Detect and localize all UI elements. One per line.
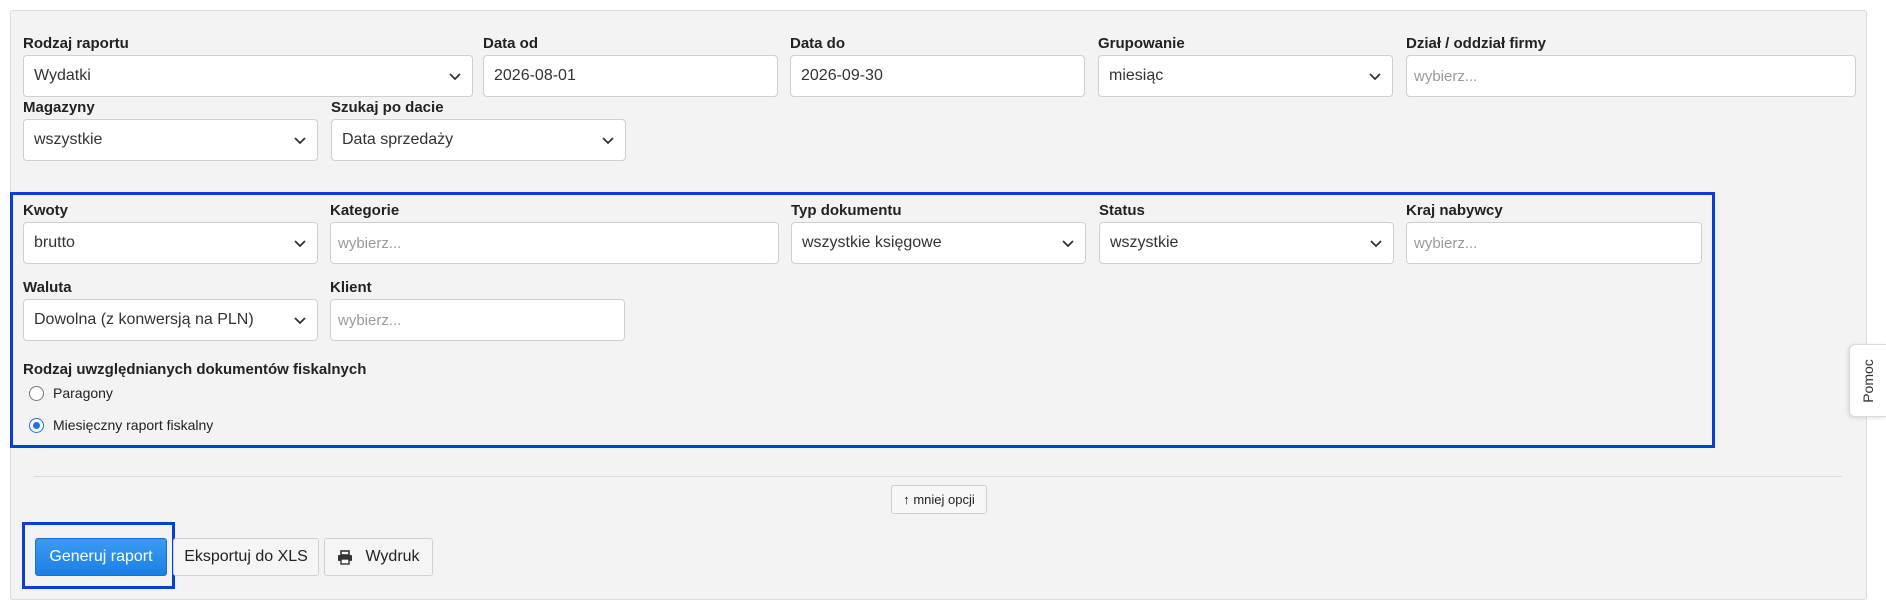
- generate-report-button[interactable]: Generuj raport: [35, 538, 167, 576]
- chevron-down-icon: [1370, 240, 1382, 248]
- grouping-select[interactable]: miesiąc: [1098, 55, 1393, 97]
- radio-option-monthly-fiscal-report[interactable]: Miesięczny raport fiskalny: [29, 417, 213, 433]
- divider: [34, 476, 1842, 477]
- search-by-date-field: Szukaj po dacie Data sprzedaży: [331, 99, 626, 161]
- amounts-label: Kwoty: [23, 202, 68, 219]
- print-button[interactable]: Wydruk: [324, 538, 433, 576]
- document-type-label: Typ dokumentu: [791, 202, 902, 219]
- print-label: Wydruk: [365, 548, 420, 565]
- categories-input[interactable]: wybierz...: [330, 222, 779, 264]
- chevron-down-icon: [294, 240, 306, 248]
- date-to-value: 2026-09-30: [801, 67, 883, 84]
- warehouses-field: Magazyny wszystkie: [23, 99, 318, 161]
- categories-placeholder: wybierz...: [338, 234, 402, 252]
- client-input[interactable]: wybierz...: [330, 299, 625, 341]
- buyer-country-label: Kraj nabywcy: [1406, 202, 1503, 219]
- document-type-select[interactable]: wszystkie księgowe: [791, 222, 1086, 264]
- chevron-down-icon: [602, 137, 614, 145]
- date-to-label: Data do: [790, 35, 846, 52]
- date-from-field: Data od 2026-08-01: [483, 35, 778, 97]
- grouping-label: Grupowanie: [1098, 35, 1185, 52]
- buyer-country-field: Kraj nabywcy wybierz...: [1406, 202, 1702, 264]
- chevron-down-icon: [1369, 73, 1381, 81]
- report-type-select[interactable]: Wydatki: [23, 55, 473, 97]
- export-xls-button[interactable]: Eksportuj do XLS: [173, 538, 319, 576]
- amounts-field: Kwoty brutto: [23, 202, 318, 264]
- chevron-down-icon: [294, 317, 306, 325]
- grouping-value: miesiąc: [1109, 67, 1164, 84]
- report-type-field: Rodzaj raportu Wydatki: [23, 35, 473, 97]
- report-type-value: Wydatki: [34, 67, 91, 84]
- currency-value: Dowolna (z konwersją na PLN): [34, 311, 254, 328]
- status-field: Status wszystkie: [1099, 202, 1394, 264]
- radio-button-selected[interactable]: [29, 417, 44, 433]
- department-field: Dział / oddział firmy wybierz...: [1406, 35, 1856, 97]
- chevron-down-icon: [294, 137, 306, 145]
- buyer-country-placeholder: wybierz...: [1414, 234, 1478, 252]
- department-placeholder: wybierz...: [1414, 67, 1478, 85]
- chevron-down-icon: [1062, 240, 1074, 248]
- currency-select[interactable]: Dowolna (z konwersją na PLN): [23, 299, 318, 341]
- document-type-value: wszystkie księgowe: [802, 234, 942, 251]
- radio-button[interactable]: [29, 385, 44, 401]
- amounts-value: brutto: [34, 234, 75, 251]
- search-by-date-select[interactable]: Data sprzedaży: [331, 119, 626, 161]
- less-options-button[interactable]: ↑ mniej opcji: [891, 485, 987, 514]
- categories-field: Kategorie wybierz...: [330, 202, 779, 264]
- client-placeholder: wybierz...: [338, 311, 402, 329]
- amounts-select[interactable]: brutto: [23, 222, 318, 264]
- chevron-down-icon: [449, 73, 461, 81]
- document-type-field: Typ dokumentu wszystkie księgowe: [791, 202, 1086, 264]
- buyer-country-input[interactable]: wybierz...: [1406, 222, 1702, 264]
- date-from-input[interactable]: 2026-08-01: [483, 55, 778, 97]
- date-from-label: Data od: [483, 35, 539, 52]
- client-label: Klient: [330, 279, 372, 296]
- date-to-input[interactable]: 2026-09-30: [790, 55, 1085, 97]
- fiscal-docs-field: Rodzaj uwzględnianych dokumentów fiskaln…: [23, 361, 523, 381]
- warehouses-label: Magazyny: [23, 99, 95, 116]
- grouping-field: Grupowanie miesiąc: [1098, 35, 1393, 97]
- help-tab[interactable]: Pomoc: [1849, 344, 1886, 417]
- search-by-date-value: Data sprzedaży: [342, 131, 454, 148]
- search-by-date-label: Szukaj po dacie: [331, 99, 444, 116]
- date-to-field: Data do 2026-09-30: [790, 35, 1085, 97]
- warehouses-select[interactable]: wszystkie: [23, 119, 318, 161]
- radio-option-label: Paragony: [53, 385, 113, 401]
- status-value: wszystkie: [1110, 234, 1179, 251]
- status-select[interactable]: wszystkie: [1099, 222, 1394, 264]
- radio-option-label: Miesięczny raport fiskalny: [53, 417, 214, 433]
- help-label: Pomoc: [1860, 358, 1877, 403]
- date-from-value: 2026-08-01: [494, 67, 576, 84]
- client-field: Klient wybierz...: [330, 279, 625, 341]
- department-label: Dział / oddział firmy: [1406, 35, 1547, 52]
- department-input[interactable]: wybierz...: [1406, 55, 1856, 97]
- warehouses-value: wszystkie: [34, 131, 103, 148]
- fiscal-docs-label: Rodzaj uwzględnianych dokumentów fiskaln…: [23, 361, 367, 378]
- status-label: Status: [1099, 202, 1145, 219]
- radio-option-receipts[interactable]: Paragony: [29, 385, 113, 401]
- currency-field: Waluta Dowolna (z konwersją na PLN): [23, 279, 318, 341]
- categories-label: Kategorie: [330, 202, 400, 219]
- currency-label: Waluta: [23, 279, 72, 296]
- printer-icon: [338, 549, 353, 565]
- report-type-label: Rodzaj raportu: [23, 35, 129, 52]
